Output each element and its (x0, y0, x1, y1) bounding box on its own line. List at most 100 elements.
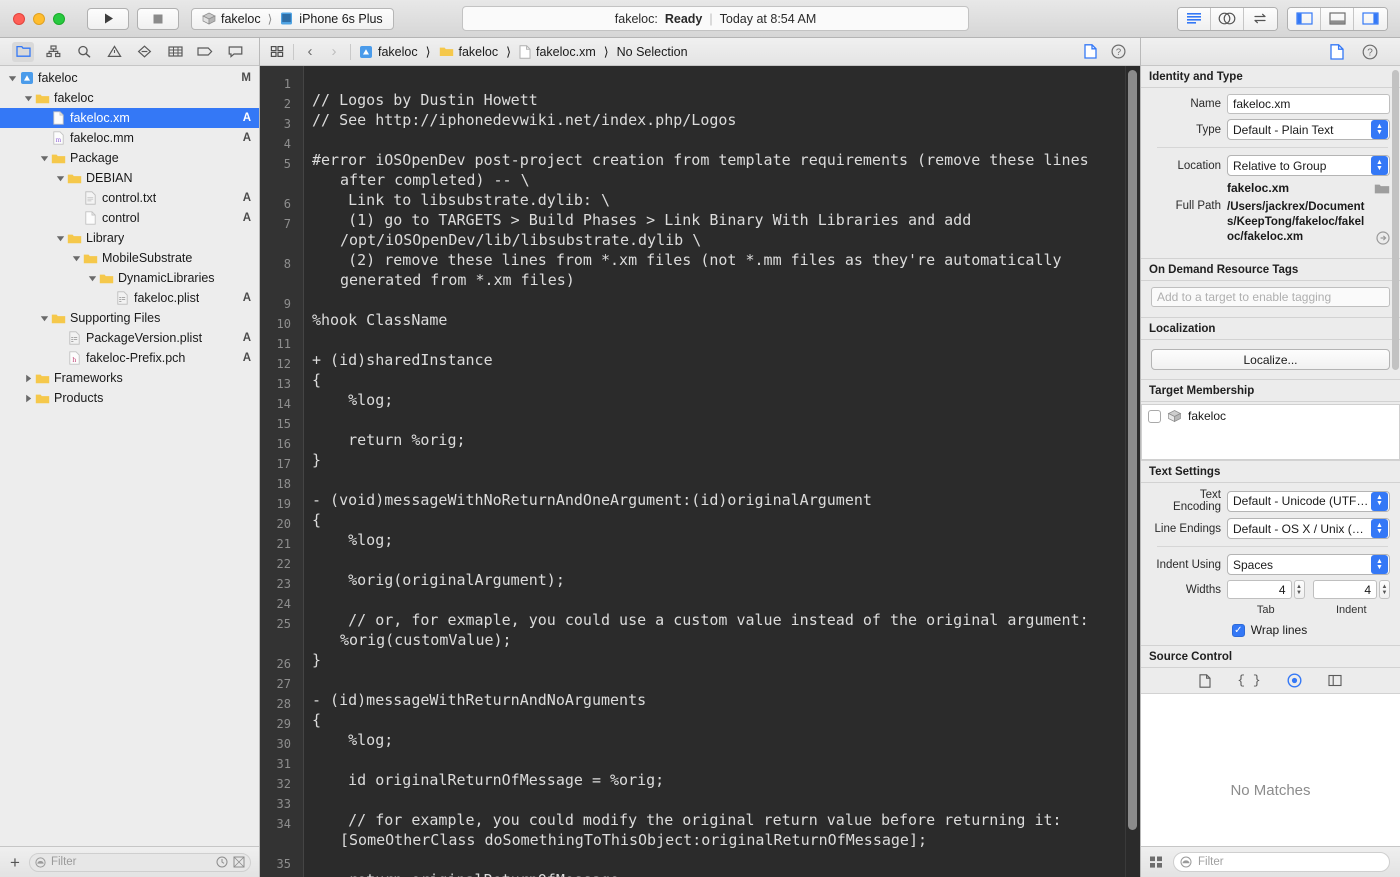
tree-row-control-txt[interactable]: control.txt A (0, 188, 259, 208)
project-navigator-button[interactable] (12, 41, 35, 62)
chevron-down-icon[interactable] (87, 274, 98, 283)
chevron-down-icon[interactable] (55, 234, 66, 243)
indent-using-popup[interactable]: Spaces ▲ ▼ (1227, 554, 1390, 575)
tab-width-stepper-arrows[interactable]: ▲ ▼ (1293, 580, 1305, 599)
breadcrumb-selection-label[interactable]: No Selection (617, 45, 688, 59)
indent-width-stepper-arrows[interactable]: ▲ ▼ (1379, 580, 1390, 599)
find-navigator-button[interactable] (73, 42, 95, 62)
chevron-down-icon[interactable] (23, 94, 34, 103)
text-encoding-popup[interactable]: Default - Unicode (UTF… ▲ ▼ (1227, 490, 1390, 512)
wrap-lines-checkbox[interactable]: ✓ (1231, 623, 1245, 637)
tree-row-library[interactable]: Library (0, 228, 259, 248)
tree-row-mobilesubstrate[interactable]: MobileSubstrate (0, 248, 259, 268)
editor-version-button[interactable] (1244, 7, 1277, 30)
issue-navigator-button[interactable] (103, 42, 125, 62)
chevron-down-icon[interactable] (55, 174, 66, 183)
toggle-navigator-button[interactable] (1288, 7, 1321, 30)
breadcrumb-project[interactable]: fakeloc (359, 45, 418, 59)
tree-row-frameworks[interactable]: Frameworks (0, 368, 259, 388)
chevron-down-icon[interactable] (39, 154, 50, 163)
tree-row-debian[interactable]: DEBIAN (0, 168, 259, 188)
stop-button[interactable] (137, 7, 179, 30)
go-back-button[interactable]: ‹ (302, 43, 318, 60)
tree-row-supporting-files[interactable]: Supporting Files (0, 308, 259, 328)
breakpoint-navigator-button[interactable] (194, 42, 216, 62)
recent-files-filter-icon[interactable] (216, 856, 228, 868)
braces-icon[interactable]: { } (1237, 673, 1260, 688)
tab-width-stepper[interactable]: 4 ▲ ▼ (1227, 580, 1305, 599)
line-endings-popup[interactable]: Default - OS X / Unix (… ▲ ▼ (1227, 518, 1390, 539)
tree-row-dynamiclibraries[interactable]: DynamicLibraries (0, 268, 259, 288)
help-icon[interactable]: ? (1111, 44, 1130, 59)
grid-icon[interactable] (1149, 855, 1164, 869)
location-popup[interactable]: Relative to Group ▲ ▼ (1227, 155, 1390, 176)
chevron-down-icon[interactable] (71, 254, 82, 263)
test-navigator-button[interactable] (134, 42, 156, 62)
indent-width-value[interactable]: 4 (1312, 580, 1377, 599)
localize-button[interactable]: Localize... (1151, 349, 1390, 370)
wrap-lines-row[interactable]: ✓ Wrap lines (1149, 623, 1390, 637)
chevron-down-icon[interactable] (7, 74, 18, 83)
indent-width-stepper[interactable]: 4 ▲ ▼ (1312, 580, 1390, 599)
inspector-scrollbar-thumb[interactable] (1392, 70, 1399, 370)
source-editor[interactable]: 1 2 3 4 5 6 7 8 9 10 11 12 13 14 15 16 17 18 19 20 21 22 23 24 2… (260, 66, 1140, 877)
related-items-icon[interactable] (270, 45, 285, 58)
chevron-down-icon[interactable] (39, 314, 50, 323)
tree-row-fakeloc-plist[interactable]: fakeloc.plist A (0, 288, 259, 308)
target-membership-row[interactable]: fakeloc (1142, 405, 1399, 427)
minimize-button[interactable] (33, 12, 45, 25)
close-button[interactable] (13, 12, 25, 25)
tab-width-value[interactable]: 4 (1227, 580, 1292, 599)
tree-row-fakeloc-prefix-pch[interactable]: h fakeloc-Prefix.pch A (0, 348, 259, 368)
target-membership-list[interactable]: fakeloc (1141, 404, 1400, 460)
odr-tags-input[interactable]: Add to a target to enable tagging (1151, 287, 1390, 307)
chevron-right-icon[interactable] (23, 374, 34, 383)
tree-row-fakeloc[interactable]: fakeloc M (0, 68, 259, 88)
type-popup[interactable]: Default - Plain Text ▲ ▼ (1227, 119, 1390, 140)
breadcrumb-file[interactable]: fakeloc.xm (519, 45, 596, 59)
run-button[interactable] (87, 7, 129, 30)
report-navigator-button[interactable] (225, 42, 247, 62)
navigator-filter-field[interactable]: Filter (28, 852, 251, 872)
target-membership-checkbox[interactable] (1148, 409, 1161, 423)
chevron-right-icon[interactable] (23, 394, 34, 403)
breadcrumb-group[interactable]: fakeloc (439, 45, 498, 59)
line-number: 26 (276, 657, 291, 671)
target-circle-icon[interactable] (1287, 673, 1302, 688)
maximize-button[interactable] (53, 12, 65, 25)
toggle-debug-button[interactable] (1321, 7, 1354, 30)
tree-row-products[interactable]: Products (0, 388, 259, 408)
tree-row-label: Products (54, 391, 104, 405)
debug-navigator-button[interactable] (164, 42, 186, 62)
tree-row-label: fakeloc.xm (70, 111, 130, 125)
new-document-icon[interactable] (1084, 44, 1097, 59)
choose-folder-icon[interactable] (1374, 182, 1390, 195)
name-input[interactable]: fakeloc.xm (1227, 94, 1390, 114)
code-line: (2) remove these lines from *.xm files (… (312, 251, 1071, 289)
status-timestamp: Today at 8:54 AM (719, 11, 817, 26)
code-content[interactable]: // Logos by Dustin Howett // See http://i… (304, 66, 1140, 877)
editor-scrollbar-thumb[interactable] (1128, 70, 1137, 830)
editor-scrollbar[interactable] (1125, 66, 1140, 877)
go-forward-button[interactable]: › (326, 43, 342, 60)
editor-standard-button[interactable] (1178, 7, 1211, 30)
tree-row-fakeloc-mm[interactable]: m fakeloc.mm A (0, 128, 259, 148)
file-inspector-icon[interactable] (1330, 43, 1344, 60)
split-view-icon[interactable] (1328, 674, 1342, 687)
scheme-destination-selector[interactable]: fakeloc ⟩ iPhone 6s Plus (191, 7, 394, 30)
source-control-filter-icon[interactable] (233, 856, 245, 868)
tree-row-control[interactable]: control A (0, 208, 259, 228)
inspector-filter-field[interactable]: Filter (1173, 852, 1390, 872)
editor-assistant-button[interactable] (1211, 7, 1244, 30)
symbol-navigator-button[interactable] (43, 42, 65, 62)
tree-row-packageversion-plist[interactable]: PackageVersion.plist A (0, 328, 259, 348)
tree-row-package[interactable]: Package (0, 148, 259, 168)
quick-help-icon[interactable]: ? (1362, 44, 1378, 60)
tree-row-fakeloc[interactable]: fakeloc (0, 88, 259, 108)
toggle-inspector-button[interactable] (1354, 7, 1387, 30)
reveal-in-finder-icon[interactable] (1376, 231, 1390, 245)
tree-row-fakeloc-xm[interactable]: fakeloc.xm A (0, 108, 259, 128)
project-file-tree[interactable]: fakeloc Mfakeloc fakeloc.xm Am fakeloc.mm A Pa… (0, 66, 259, 846)
add-file-button[interactable]: + (8, 854, 22, 871)
file-icon[interactable] (1199, 673, 1211, 688)
